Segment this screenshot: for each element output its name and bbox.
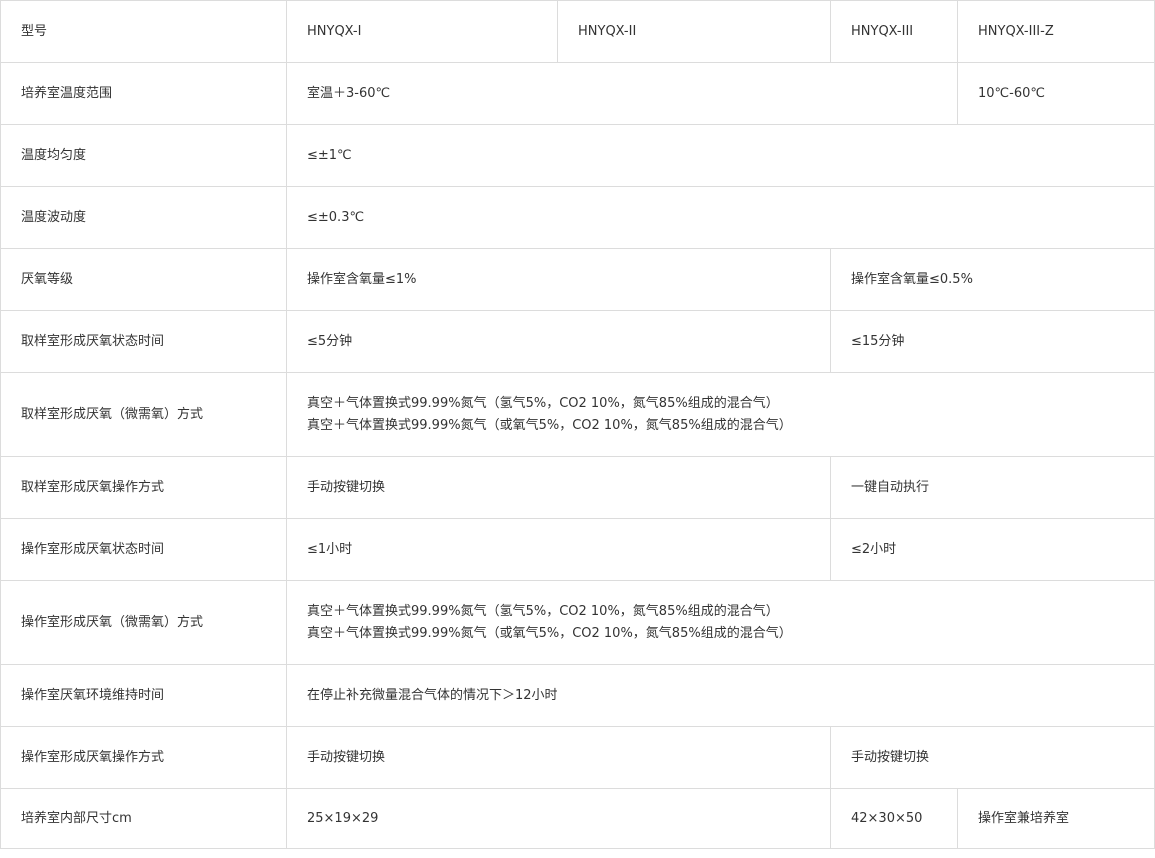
table-row: 操作室形成厌氧（微需氧）方式 真空＋气体置换式99.99%氮气（氢气5%，CO2… [0, 580, 1155, 665]
row-value: ≤1小时 [286, 518, 831, 581]
row-value: 室温＋3-60℃ [286, 62, 958, 125]
row-label: 厌氧等级 [0, 248, 287, 311]
row-label: 操作室形成厌氧（微需氧）方式 [0, 580, 287, 665]
row-label: 操作室形成厌氧操作方式 [0, 726, 287, 789]
row-value: 真空＋气体置换式99.99%氮气（氢气5%，CO2 10%，氮气85%组成的混合… [286, 372, 1155, 457]
row-label: 取样室形成厌氧状态时间 [0, 310, 287, 373]
value-line: 真空＋气体置换式99.99%氮气（氢气5%，CO2 10%，氮气85%组成的混合… [307, 603, 779, 619]
row-value: 操作室兼培养室 [957, 788, 1155, 849]
model-name: HNYQX-I [286, 0, 558, 63]
table-row: 取样室形成厌氧状态时间 ≤5分钟 ≤15分钟 [0, 310, 1155, 373]
row-value: 手动按键切换 [286, 726, 831, 789]
table-row: 操作室形成厌氧操作方式 手动按键切换 手动按键切换 [0, 726, 1155, 789]
table-row: 温度波动度 ≤±0.3℃ [0, 186, 1155, 249]
table-row: 操作室形成厌氧状态时间 ≤1小时 ≤2小时 [0, 518, 1155, 581]
row-value: 真空＋气体置换式99.99%氮气（氢气5%，CO2 10%，氮气85%组成的混合… [286, 580, 1155, 665]
model-name: HNYQX-III-Z [957, 0, 1155, 63]
row-value: 操作室含氧量≤0.5% [830, 248, 1155, 311]
row-value: 一键自动执行 [830, 456, 1155, 519]
row-value: 在停止补充微量混合气体的情况下＞12小时 [286, 664, 1155, 727]
header-row: 型号 HNYQX-I HNYQX-II HNYQX-III HNYQX-III-… [0, 0, 1155, 63]
table-row: 培养室内部尺寸cm 25×19×29 42×30×50 操作室兼培养室 [0, 788, 1155, 849]
row-label: 操作室形成厌氧状态时间 [0, 518, 287, 581]
row-label: 温度波动度 [0, 186, 287, 249]
row-label: 取样室形成厌氧（微需氧）方式 [0, 372, 287, 457]
row-label: 取样室形成厌氧操作方式 [0, 456, 287, 519]
model-name: HNYQX-III [830, 0, 958, 63]
table-row: 取样室形成厌氧（微需氧）方式 真空＋气体置换式99.99%氮气（氢气5%，CO2… [0, 372, 1155, 457]
row-value: 手动按键切换 [830, 726, 1155, 789]
table-row: 温度均匀度 ≤±1℃ [0, 124, 1155, 187]
row-value: ≤±1℃ [286, 124, 1155, 187]
table-row: 培养室温度范围 室温＋3-60℃ 10℃-60℃ [0, 62, 1155, 125]
table-row: 取样室形成厌氧操作方式 手动按键切换 一键自动执行 [0, 456, 1155, 519]
row-value: ≤±0.3℃ [286, 186, 1155, 249]
row-value: ≤2小时 [830, 518, 1155, 581]
row-value: 手动按键切换 [286, 456, 831, 519]
model-name: HNYQX-II [557, 0, 831, 63]
value-line: 真空＋气体置换式99.99%氮气（或氧气5%，CO2 10%，氮气85%组成的混… [307, 625, 792, 641]
row-value: 25×19×29 [286, 788, 831, 849]
header-label: 型号 [0, 0, 287, 63]
value-line: 真空＋气体置换式99.99%氮气（氢气5%，CO2 10%，氮气85%组成的混合… [307, 395, 779, 411]
row-value: 10℃-60℃ [957, 62, 1155, 125]
row-label: 培养室内部尺寸cm [0, 788, 287, 849]
row-label: 操作室厌氧环境维持时间 [0, 664, 287, 727]
table-row: 厌氧等级 操作室含氧量≤1% 操作室含氧量≤0.5% [0, 248, 1155, 311]
row-value: ≤15分钟 [830, 310, 1155, 373]
spec-table: 型号 HNYQX-I HNYQX-II HNYQX-III HNYQX-III-… [0, 0, 1155, 849]
value-line: 真空＋气体置换式99.99%氮气（或氧气5%，CO2 10%，氮气85%组成的混… [307, 417, 792, 433]
row-label: 温度均匀度 [0, 124, 287, 187]
row-value: ≤5分钟 [286, 310, 831, 373]
row-label: 培养室温度范围 [0, 62, 287, 125]
row-value: 42×30×50 [830, 788, 958, 849]
row-value: 操作室含氧量≤1% [286, 248, 831, 311]
table-row: 操作室厌氧环境维持时间 在停止补充微量混合气体的情况下＞12小时 [0, 664, 1155, 727]
